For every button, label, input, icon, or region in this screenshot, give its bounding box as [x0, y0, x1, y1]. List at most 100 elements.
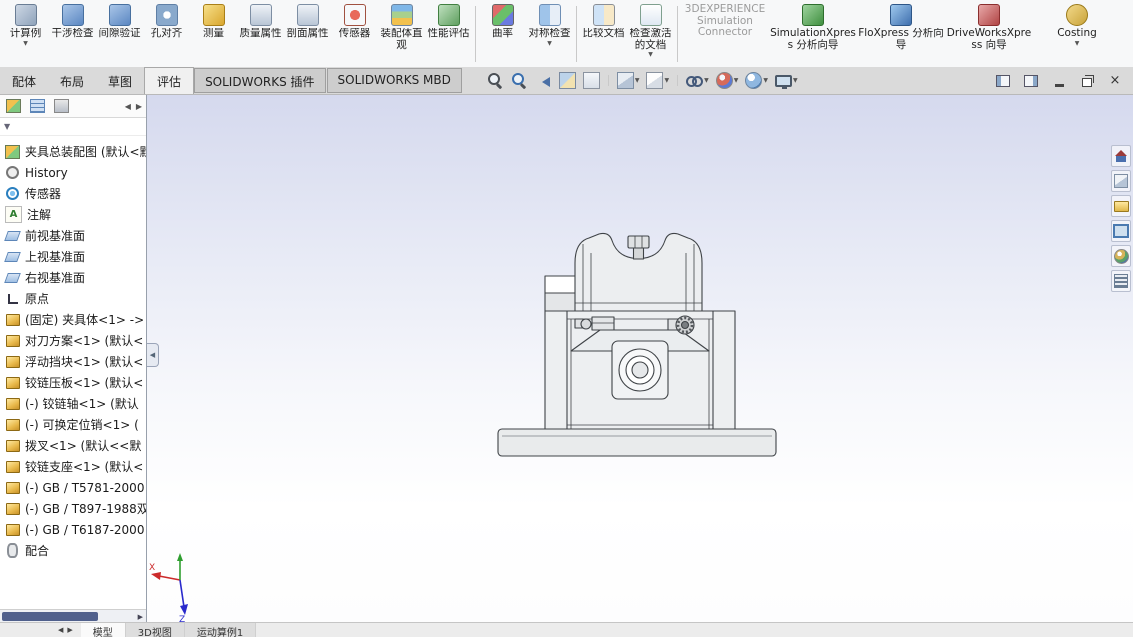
viewport-tool-button[interactable]: [1111, 195, 1131, 217]
tree-item[interactable]: (-) GB / T897-1988双: [0, 498, 146, 519]
view-toolbar-button[interactable]: [557, 70, 578, 91]
dropdown-caret-icon[interactable]: ▼: [648, 51, 653, 59]
dropdown-caret-icon[interactable]: ▼: [635, 77, 640, 85]
viewport-tool-button[interactable]: [1111, 245, 1131, 267]
dropdown-caret-icon[interactable]: ▼: [23, 40, 28, 48]
ribbon-button[interactable]: 传感器: [331, 1, 378, 67]
view-selector-icon: [1114, 174, 1128, 188]
command-tab[interactable]: SOLIDWORKS 插件: [194, 68, 326, 93]
tree-item[interactable]: 浮动挡块<1> (默认<: [0, 351, 146, 372]
viewport-tool-button[interactable]: [1111, 270, 1131, 292]
dock-pane-left-icon[interactable]: [993, 72, 1013, 90]
tree-item[interactable]: History: [0, 162, 146, 183]
ribbon-button[interactable]: DriveWorksXpress 向导: [945, 1, 1033, 67]
scrollbar-right-arrow-icon[interactable]: ▶: [138, 613, 146, 621]
view-toolbar-button[interactable]: [581, 70, 602, 91]
tree-item[interactable]: (-) GB / T6187-2000: [0, 519, 146, 540]
tree-item[interactable]: 夹具总装配图 (默认<默认: [0, 141, 146, 162]
tree-item[interactable]: 原点: [0, 288, 146, 309]
ribbon-button[interactable]: 性能评估: [425, 1, 472, 67]
tree-item[interactable]: 前视基准面: [0, 225, 146, 246]
ribbon-button[interactable]: 3DEXPERIENCE Simulation Connector: [681, 1, 769, 67]
minimize-button[interactable]: [1049, 72, 1069, 90]
ribbon-button[interactable]: 测量: [190, 1, 237, 67]
ribbon-button[interactable]: 对称检查 ▼: [526, 1, 573, 67]
ribbon-button[interactable]: 比较文档: [580, 1, 627, 67]
panel-tab[interactable]: [52, 98, 70, 114]
tree-item[interactable]: 对刀方案<1> (默认<: [0, 330, 146, 351]
ribbon-button[interactable]: 计算例 ▼: [2, 1, 49, 67]
doc-tabs-scroll-right-icon[interactable]: ▶: [67, 626, 72, 634]
view-toolbar-button[interactable]: [533, 70, 554, 91]
ribbon-button[interactable]: 检查激活的文档 ▼: [627, 1, 674, 67]
tree-item[interactable]: 铰链压板<1> (默认<: [0, 372, 146, 393]
close-button[interactable]: ×: [1105, 72, 1125, 90]
dropdown-caret-icon[interactable]: ▼: [1075, 40, 1080, 48]
tree-item[interactable]: (-) GB / T5781-2000: [0, 477, 146, 498]
ribbon-button[interactable]: 曲率: [479, 1, 526, 67]
ribbon-button[interactable]: FloXpress 分析向导: [857, 1, 945, 67]
tree-item-label: 配合: [25, 544, 50, 558]
dropdown-caret-icon[interactable]: ▼: [547, 40, 552, 48]
view-toolbar-button[interactable]: ▼: [773, 73, 800, 89]
tree-display-options-row[interactable]: ▼: [0, 118, 146, 136]
document-tab[interactable]: 模型: [80, 623, 126, 637]
view-toolbar-button[interactable]: [485, 70, 506, 91]
command-tab[interactable]: SOLIDWORKS MBD: [326, 68, 462, 93]
viewport-tool-button[interactable]: [1111, 145, 1131, 167]
tree-item[interactable]: (固定) 夹具体<1> ->: [0, 309, 146, 330]
ribbon-button-label: 比较文档: [582, 28, 625, 39]
tree-item[interactable]: 上视基准面: [0, 246, 146, 267]
doc-tabs-scroll-left-icon[interactable]: ◀: [58, 626, 63, 634]
dropdown-caret-icon[interactable]: ▼: [763, 77, 768, 85]
tree-item[interactable]: (-) 可换定位销<1> (: [0, 414, 146, 435]
dropdown-caret-icon[interactable]: ▼: [734, 77, 739, 85]
panel-collapse-handle[interactable]: ◀: [147, 343, 159, 367]
ribbon-button[interactable]: 质量属性: [237, 1, 284, 67]
view-toolbar-button[interactable]: ▼: [714, 70, 741, 91]
tree-item[interactable]: A 注解: [0, 204, 146, 225]
tree-item[interactable]: (-) 铰链轴<1> (默认: [0, 393, 146, 414]
view-toolbar-button[interactable]: ▼: [644, 70, 671, 91]
tree-item[interactable]: 右视基准面: [0, 267, 146, 288]
chevron-down-icon[interactable]: ▼: [4, 122, 10, 131]
ribbon-button[interactable]: 间隙验证: [96, 1, 143, 67]
viewport-tool-button[interactable]: [1111, 220, 1131, 242]
ribbon-button[interactable]: SimulationXpress 分析向导: [769, 1, 857, 67]
panel-tab[interactable]: [28, 98, 46, 114]
viewport-tool-button[interactable]: [1111, 170, 1131, 192]
panel-tabs-scroll-right-icon[interactable]: ▶: [136, 102, 142, 111]
view-toolbar-button[interactable]: ▼: [743, 70, 770, 91]
command-tab[interactable]: 草图: [96, 67, 144, 94]
tree-item-label: 铰链压板<1> (默认<: [25, 376, 144, 390]
document-tab[interactable]: 运动算例1: [184, 623, 257, 637]
command-tab[interactable]: 评估: [144, 67, 195, 94]
command-tab[interactable]: 布局: [48, 67, 96, 94]
view-toolbar-button[interactable]: ▼: [615, 70, 642, 91]
dropdown-caret-icon[interactable]: ▼: [793, 77, 798, 85]
tree-item[interactable]: 拨叉<1> (默认<<默: [0, 435, 146, 456]
ribbon-button[interactable]: Costing ▼: [1033, 1, 1121, 67]
tree-item[interactable]: 传感器: [0, 183, 146, 204]
dropdown-caret-icon[interactable]: ▼: [664, 77, 669, 85]
ribbon-button[interactable]: 孔对齐: [143, 1, 190, 67]
simulationxpress-icon: [802, 4, 824, 26]
command-tab[interactable]: 配体: [0, 67, 48, 94]
ribbon-button[interactable]: 干涉检查: [49, 1, 96, 67]
ribbon-button[interactable]: 剖面属性: [284, 1, 331, 67]
scrollbar-thumb[interactable]: [2, 612, 98, 621]
ribbon-button[interactable]: 装配体直观: [378, 1, 425, 67]
restore-button[interactable]: [1077, 72, 1097, 90]
panel-tabs-scroll-left-icon[interactable]: ◀: [125, 102, 131, 111]
view-toolbar-button[interactable]: [509, 70, 530, 91]
mates-icon: [5, 543, 20, 558]
document-tab[interactable]: 3D视图: [125, 623, 185, 637]
panel-tab[interactable]: [4, 98, 22, 114]
view-toolbar-button[interactable]: ▼: [684, 70, 711, 91]
dropdown-caret-icon[interactable]: ▼: [704, 77, 709, 85]
tree-item[interactable]: 铰链支座<1> (默认<: [0, 456, 146, 477]
tree-item[interactable]: 配合: [0, 540, 146, 561]
dock-pane-right-icon[interactable]: [1021, 72, 1041, 90]
graphics-viewport[interactable]: X Z: [147, 95, 1133, 623]
panel-horizontal-scrollbar[interactable]: ▶: [0, 609, 146, 623]
